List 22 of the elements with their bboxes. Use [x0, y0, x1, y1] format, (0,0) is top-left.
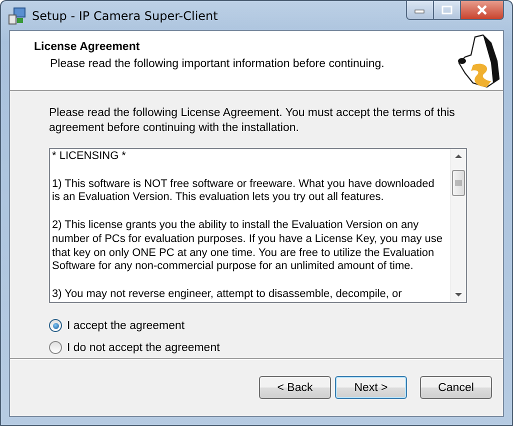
license-paragraph: 2) This license grants you the ability to install the Evaluation Version on any number of PCs for evaluation purposes. If you have a License Key, you may use that key on only ONE PC at any one time. You are free to utilize the Evaluation Software for any non-commercial purpose for an unlimited amount of time.	[52, 218, 444, 274]
maximize-icon	[441, 4, 453, 14]
license-paragraph: 1) This software is NOT free software or freeware. What you have downloaded is an Evaluation Version. This evaluation lets you try out all features.	[52, 178, 436, 206]
back-button[interactable]: < Back	[259, 376, 331, 399]
scroll-thumb[interactable]	[452, 170, 465, 196]
cancel-button[interactable]: Cancel	[420, 376, 492, 399]
license-paragraph: * LICENSING *	[52, 150, 127, 164]
installer-icon	[8, 6, 26, 24]
radio-option[interactable]: I accept the agreement	[49, 319, 185, 332]
instruction-text: Please read the following License Agreement. You must accept the terms of this agreement before continuing with the installation.	[49, 106, 456, 136]
window-title: Setup - IP Camera Super-Client	[32, 8, 218, 22]
close-button[interactable]	[461, 1, 504, 20]
license-text-area[interactable]	[49, 148, 467, 303]
radio-option[interactable]: I do not accept the agreement	[49, 341, 220, 354]
next-button[interactable]: Next >	[335, 376, 407, 399]
minimize-button[interactable]	[406, 1, 434, 20]
maximize-button[interactable]	[434, 1, 461, 20]
page-title: License Agreement	[34, 41, 141, 53]
close-icon	[475, 4, 489, 16]
page-subtitle: Please read the following important information before continuing.	[50, 58, 384, 70]
scrollbar[interactable]	[450, 149, 466, 302]
license-paragraph: 3) You may not reverse engineer, attempt to disassemble, decompile, or	[52, 288, 403, 302]
